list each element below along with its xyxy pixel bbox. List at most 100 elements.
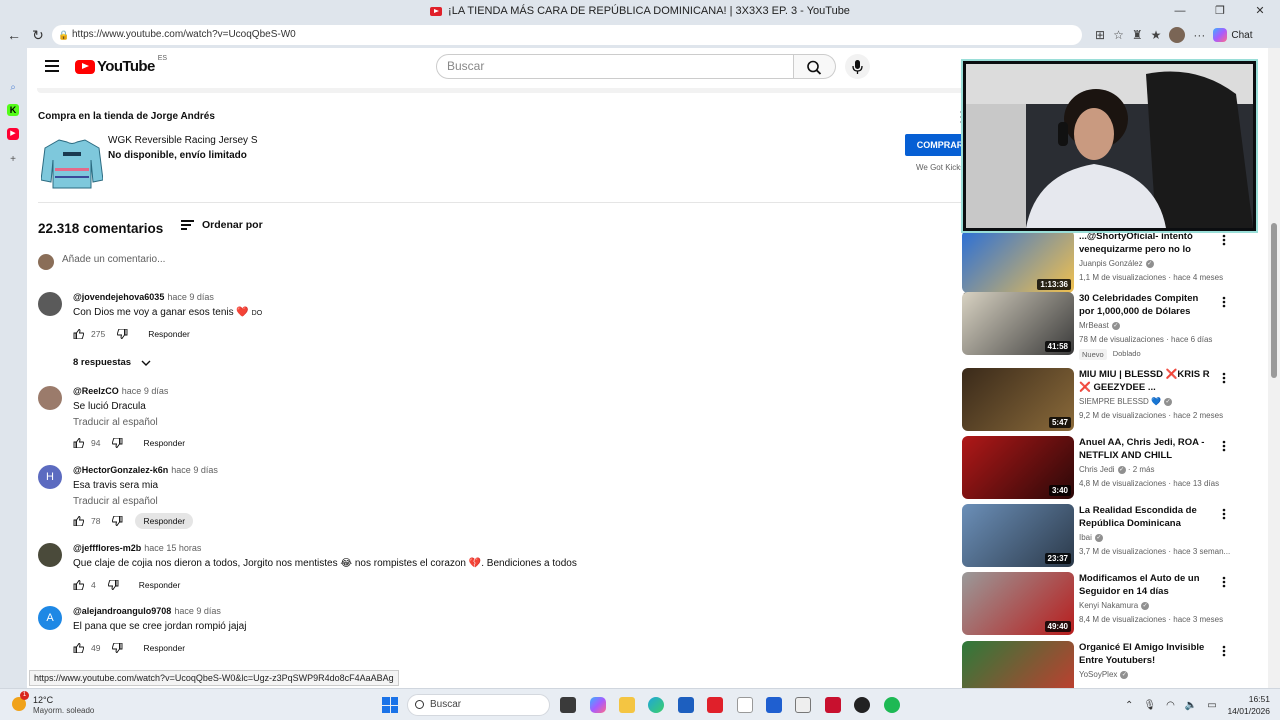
translate-link[interactable]: Traducir al español bbox=[73, 496, 158, 507]
like-icon[interactable] bbox=[73, 643, 84, 653]
video-thumbnail[interactable]: 3:40 bbox=[962, 436, 1074, 499]
battery-icon[interactable]: ▭ bbox=[1207, 700, 1216, 711]
video-thumbnail[interactable]: 1:13:36 bbox=[962, 230, 1074, 293]
dislike-icon[interactable] bbox=[112, 643, 123, 653]
video-more-icon[interactable] bbox=[1222, 645, 1226, 657]
reply-button[interactable]: Responder bbox=[135, 513, 194, 529]
file-explorer-icon[interactable] bbox=[619, 697, 635, 713]
extensions-icon[interactable]: ♜ bbox=[1132, 28, 1143, 42]
comment-time[interactable]: hace 9 días bbox=[122, 386, 169, 396]
comment-time[interactable]: hace 9 días bbox=[171, 465, 218, 475]
search-button[interactable] bbox=[794, 54, 836, 79]
like-icon[interactable] bbox=[73, 438, 84, 448]
comment-handle[interactable]: @ReelzCO bbox=[73, 386, 119, 396]
reply-button[interactable]: Responder bbox=[140, 326, 198, 342]
comment-time[interactable]: hace 9 días bbox=[174, 606, 221, 616]
comment-avatar[interactable]: H bbox=[38, 465, 62, 489]
task-view-icon[interactable] bbox=[560, 697, 576, 713]
amazon-icon[interactable] bbox=[737, 697, 753, 713]
video-title[interactable]: Modificamos el Auto de un Seguidor en 14… bbox=[1079, 572, 1214, 598]
channel-name[interactable]: Kenyi Nakamura ✓ bbox=[1079, 601, 1150, 610]
translate-link[interactable]: Traducir al español bbox=[73, 417, 158, 428]
comment-handle[interactable]: @HectorGonzalez-k6n bbox=[73, 465, 168, 475]
comment-handle[interactable]: @jovendejehova6035 bbox=[73, 292, 164, 302]
like-icon[interactable] bbox=[73, 516, 84, 526]
comment-handle[interactable]: @jeffflores-m2b bbox=[73, 543, 141, 553]
video-more-icon[interactable] bbox=[1222, 440, 1226, 452]
add-app-icon[interactable]: + bbox=[7, 154, 19, 166]
like-icon[interactable] bbox=[73, 580, 84, 590]
comment-avatar[interactable] bbox=[38, 386, 62, 410]
favorite-star-icon[interactable]: ☆ bbox=[1113, 28, 1124, 42]
page-scrollbar[interactable] bbox=[1268, 48, 1280, 688]
recommended-video[interactable]: 41:58 30 Celebridades Compiten por 1,000… bbox=[962, 292, 1262, 360]
channel-name[interactable]: Chris Jedi ✓ · 2 más bbox=[1079, 465, 1154, 474]
video-thumbnail[interactable]: 23:37 bbox=[962, 504, 1074, 567]
comment-avatar[interactable]: A bbox=[38, 606, 62, 630]
video-more-icon[interactable] bbox=[1222, 234, 1226, 246]
video-more-icon[interactable] bbox=[1222, 508, 1226, 520]
reply-button[interactable]: Responder bbox=[135, 435, 193, 451]
comment-time[interactable]: hace 15 horas bbox=[144, 543, 201, 553]
restore-button[interactable]: ❐ bbox=[1200, 0, 1240, 22]
comment-author[interactable]: @alejandroangulo9708 hace 9 días bbox=[73, 606, 221, 616]
dislike-icon[interactable] bbox=[107, 580, 119, 590]
sort-button[interactable]: Ordenar por bbox=[181, 219, 263, 231]
video-more-icon[interactable] bbox=[1222, 372, 1226, 384]
refresh-button[interactable]: ↻ bbox=[26, 27, 50, 44]
printer-app-icon[interactable] bbox=[795, 697, 811, 713]
search-input[interactable]: Buscar bbox=[436, 54, 794, 79]
comment-author[interactable]: @ReelzCO hace 9 días bbox=[73, 386, 168, 396]
youtube-taskbar-icon[interactable] bbox=[707, 697, 723, 713]
video-thumbnail[interactable]: 5:47 bbox=[962, 368, 1074, 431]
recommended-video[interactable]: 49:40 Modificamos el Auto de un Seguidor… bbox=[962, 572, 1262, 636]
jersey-product-image[interactable] bbox=[41, 138, 103, 190]
favorites-icon[interactable]: ★ bbox=[1151, 28, 1162, 42]
channel-name[interactable]: MrBeast ✓ bbox=[1079, 321, 1120, 330]
guide-menu-icon[interactable] bbox=[45, 60, 59, 72]
copilot-chat-button[interactable]: Chat bbox=[1213, 28, 1252, 42]
video-title[interactable]: 30 Celebridades Compiten por 1,000,000 d… bbox=[1079, 292, 1214, 318]
recommended-video[interactable]: 1:13:36 ...@ShortyOficial- intentó veneq… bbox=[962, 230, 1262, 294]
volume-icon[interactable]: 🔈 bbox=[1185, 700, 1197, 711]
github-icon[interactable] bbox=[854, 697, 870, 713]
video-title[interactable]: Anuel AA, Chris Jedi, ROA - NETFLIX AND … bbox=[1079, 436, 1214, 462]
video-thumbnail[interactable]: 49:40 bbox=[962, 572, 1074, 635]
wifi-icon[interactable]: ◠ bbox=[1166, 700, 1175, 711]
channel-name[interactable]: YoSoyPlex ✓ bbox=[1079, 670, 1129, 679]
like-icon[interactable] bbox=[73, 329, 84, 339]
profile-avatar[interactable] bbox=[1169, 27, 1186, 43]
replies-toggle[interactable]: 8 respuestas bbox=[73, 357, 151, 368]
comment-author[interactable]: @HectorGonzalez-k6n hace 9 días bbox=[73, 465, 218, 475]
chevron-up-icon[interactable]: ⌃ bbox=[1125, 700, 1133, 711]
comment-author[interactable]: @jeffflores-m2b hace 15 horas bbox=[73, 543, 201, 553]
spotify-icon[interactable] bbox=[884, 697, 900, 713]
scrollbar-thumb[interactable] bbox=[1271, 223, 1277, 378]
youtube-logo[interactable]: YouTube ES bbox=[75, 55, 167, 75]
youtube-app-icon[interactable]: ▶ bbox=[7, 128, 19, 140]
address-bar[interactable]: 🔒 https://www.youtube.com/watch?v=UcoqQb… bbox=[52, 25, 1082, 45]
channel-name[interactable]: Ibai ✓ bbox=[1079, 533, 1103, 542]
taskbar-search-input[interactable]: Buscar bbox=[407, 694, 550, 716]
close-window-button[interactable]: ✕ bbox=[1240, 0, 1280, 22]
recommended-video[interactable]: 5:47 MIU MIU | BLESSD ❌KRIS R ❌ GEEZYDEE… bbox=[962, 368, 1262, 432]
video-more-icon[interactable] bbox=[1222, 576, 1226, 588]
video-more-icon[interactable] bbox=[1222, 296, 1226, 308]
video-thumbnail[interactable]: 41:58 bbox=[962, 292, 1074, 355]
minimize-button[interactable]: — bbox=[1160, 0, 1200, 22]
comment-author[interactable]: @jovendejehova6035 hace 9 días bbox=[73, 292, 214, 302]
more-menu-icon[interactable]: ··· bbox=[1193, 28, 1205, 42]
comment-time[interactable]: hace 9 días bbox=[167, 292, 214, 302]
site-info-icon[interactable]: 🔒 bbox=[58, 25, 69, 45]
product-name[interactable]: WGK Reversible Racing Jersey S bbox=[108, 135, 258, 146]
back-button[interactable]: ← bbox=[2, 27, 26, 43]
reply-button[interactable]: Responder bbox=[135, 640, 193, 656]
search-icon[interactable]: ⌕ bbox=[7, 82, 19, 94]
recommended-video[interactable]: 3:40 Anuel AA, Chris Jedi, ROA - NETFLIX… bbox=[962, 436, 1262, 500]
comment-handle[interactable]: @alejandroangulo9708 bbox=[73, 606, 171, 616]
dislike-icon[interactable] bbox=[112, 516, 123, 526]
dislike-icon[interactable] bbox=[112, 438, 123, 448]
add-comment-input[interactable]: Añade un comentario... bbox=[62, 254, 962, 265]
edge-browser-icon[interactable] bbox=[648, 697, 664, 713]
store-icon[interactable] bbox=[678, 697, 694, 713]
